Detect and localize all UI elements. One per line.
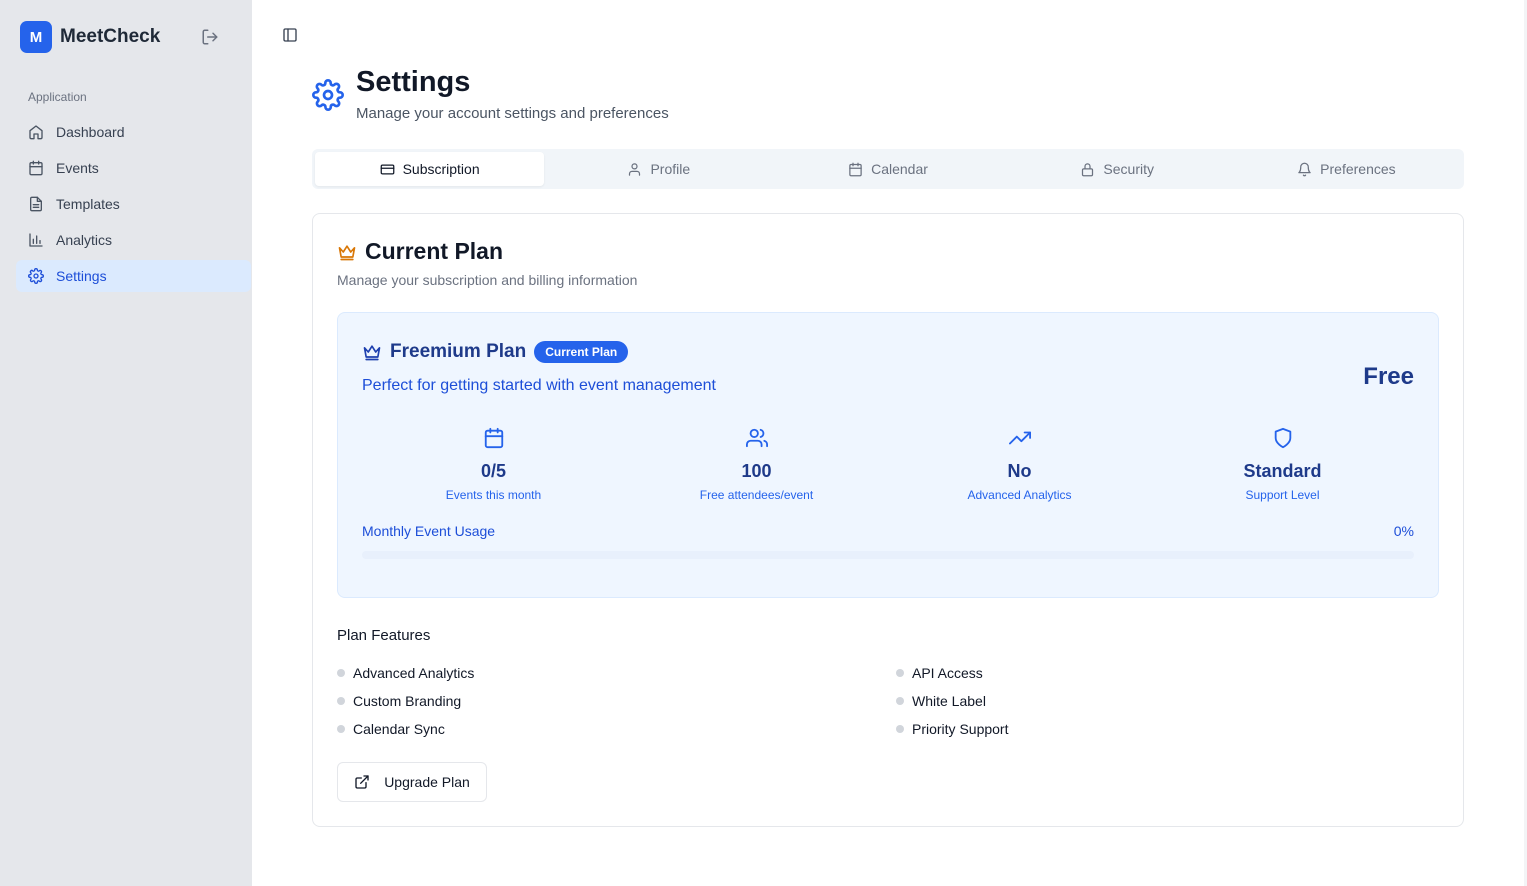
brand-logo: M [20, 21, 52, 53]
tab-label: Calendar [871, 161, 928, 177]
sidebar-nav: Dashboard Events Templates Analytics Set… [16, 116, 251, 296]
sidebar-item-label: Templates [56, 196, 120, 212]
feature-item: Custom Branding [337, 692, 896, 710]
plan-stats: 0/5 Events this month 100 Free attendees… [362, 427, 1414, 502]
lock-icon [1082, 162, 1094, 176]
calendar-icon [29, 160, 43, 176]
shield-icon [1274, 427, 1291, 449]
bullet-dot [337, 697, 345, 705]
stat-label: Events this month [445, 488, 542, 502]
stat-label: Advanced Analytics [967, 488, 1072, 502]
sidebar-item-label: Dashboard [56, 124, 125, 140]
user-icon [629, 162, 641, 176]
feature-label: API Access [912, 665, 983, 681]
plan-summary: Freemium Plan Current Plan Perfect for g… [337, 312, 1439, 598]
stat-analytics: No Advanced Analytics [888, 427, 1151, 502]
feature-item: Calendar Sync [337, 720, 896, 738]
features-title: Plan Features [337, 627, 431, 644]
features-list: Advanced Analytics API Access Custom Bra… [337, 664, 1455, 738]
calendar-icon [484, 427, 503, 449]
stat-events: 0/5 Events this month [362, 427, 625, 502]
upgrade-label: Upgrade Plan [384, 774, 470, 790]
file-text-icon [30, 196, 42, 212]
bullet-dot [896, 669, 904, 677]
bullet-dot [896, 725, 904, 733]
settings-tabs: Subscription Profile Calendar Security P… [312, 149, 1464, 189]
usage-progress-bar [362, 551, 1414, 559]
brand[interactable]: M MeetCheck [20, 21, 160, 53]
plan-description: Perfect for getting started with event m… [362, 377, 716, 394]
bar-chart-icon [29, 233, 43, 247]
sidebar-item-analytics[interactable]: Analytics [16, 224, 251, 256]
stat-value: 0/5 [480, 461, 507, 481]
sidebar-section-label: Application [28, 90, 87, 104]
sidebar-item-label: Analytics [56, 232, 113, 248]
usage-label: Monthly Event Usage [362, 523, 496, 539]
current-plan-card: Current Plan Manage your subscription an… [312, 213, 1464, 827]
tab-security[interactable]: Security [1003, 152, 1232, 186]
card-subtitle: Manage your subscription and billing inf… [337, 272, 638, 288]
feature-label: Calendar Sync [353, 721, 445, 737]
feature-label: Advanced Analytics [353, 665, 475, 681]
feature-item: Priority Support [896, 720, 1455, 738]
tab-subscription[interactable]: Subscription [315, 152, 545, 186]
tab-profile[interactable]: Profile [544, 152, 773, 186]
sidebar-item-templates[interactable]: Templates [16, 188, 251, 220]
tab-label: Security [1103, 161, 1154, 177]
sidebar-item-settings[interactable]: Settings [16, 260, 251, 292]
plan-price: Free [1363, 363, 1414, 390]
bullet-dot [896, 697, 904, 705]
feature-label: White Label [912, 693, 986, 709]
feature-item: White Label [896, 692, 1455, 710]
bell-icon [1298, 162, 1311, 176]
stat-attendees: 100 Free attendees/event [625, 427, 888, 502]
stat-value: No [1007, 461, 1032, 481]
stat-value: Standard [1243, 461, 1322, 481]
sidebar-toggle-icon[interactable] [282, 27, 298, 43]
feature-label: Custom Branding [353, 693, 462, 709]
crown-icon [363, 345, 381, 361]
bullet-dot [337, 669, 345, 677]
sidebar-item-label: Settings [56, 268, 107, 284]
sidebar-item-label: Events [56, 160, 99, 176]
tab-calendar[interactable]: Calendar [773, 152, 1002, 186]
tab-label: Preferences [1320, 161, 1396, 177]
sidebar: M MeetCheck Application Dashboard Events… [0, 0, 252, 886]
page-title: Settings [356, 66, 471, 98]
plan-name: Freemium Plan [390, 341, 527, 362]
usage-percent: 0% [1393, 523, 1414, 539]
stat-label: Free attendees/event [699, 488, 814, 502]
external-link-icon [355, 775, 369, 789]
current-plan-badge: Current Plan [534, 341, 629, 363]
crown-icon [338, 244, 356, 260]
page-subtitle: Manage your account settings and prefere… [356, 105, 669, 122]
gear-icon [312, 79, 344, 111]
feature-item: Advanced Analytics [337, 664, 896, 682]
logout-icon[interactable] [201, 28, 219, 46]
bullet-dot [337, 725, 345, 733]
feature-item: API Access [896, 664, 1455, 682]
stat-support: Standard Support Level [1151, 427, 1414, 502]
sidebar-item-events[interactable]: Events [16, 152, 251, 184]
sidebar-item-dashboard[interactable]: Dashboard [16, 116, 251, 148]
gear-icon [28, 268, 44, 284]
stat-value: 100 [741, 461, 772, 481]
plan-header: Freemium Plan Current Plan [362, 341, 629, 363]
card-title: Current Plan [365, 238, 504, 264]
home-icon [29, 125, 43, 140]
brand-name: MeetCheck [60, 26, 161, 47]
feature-label: Priority Support [912, 721, 1009, 737]
stat-label: Support Level [1245, 488, 1320, 502]
tab-label: Subscription [402, 161, 480, 177]
trending-up-icon [1008, 431, 1031, 445]
tab-preferences[interactable]: Preferences [1232, 152, 1461, 186]
upgrade-plan-button[interactable]: Upgrade Plan [337, 762, 487, 802]
card-header: Current Plan [337, 238, 503, 265]
calendar-icon [849, 162, 862, 176]
tab-label: Profile [650, 161, 691, 177]
users-icon [745, 428, 768, 448]
credit-card-icon [380, 164, 394, 174]
